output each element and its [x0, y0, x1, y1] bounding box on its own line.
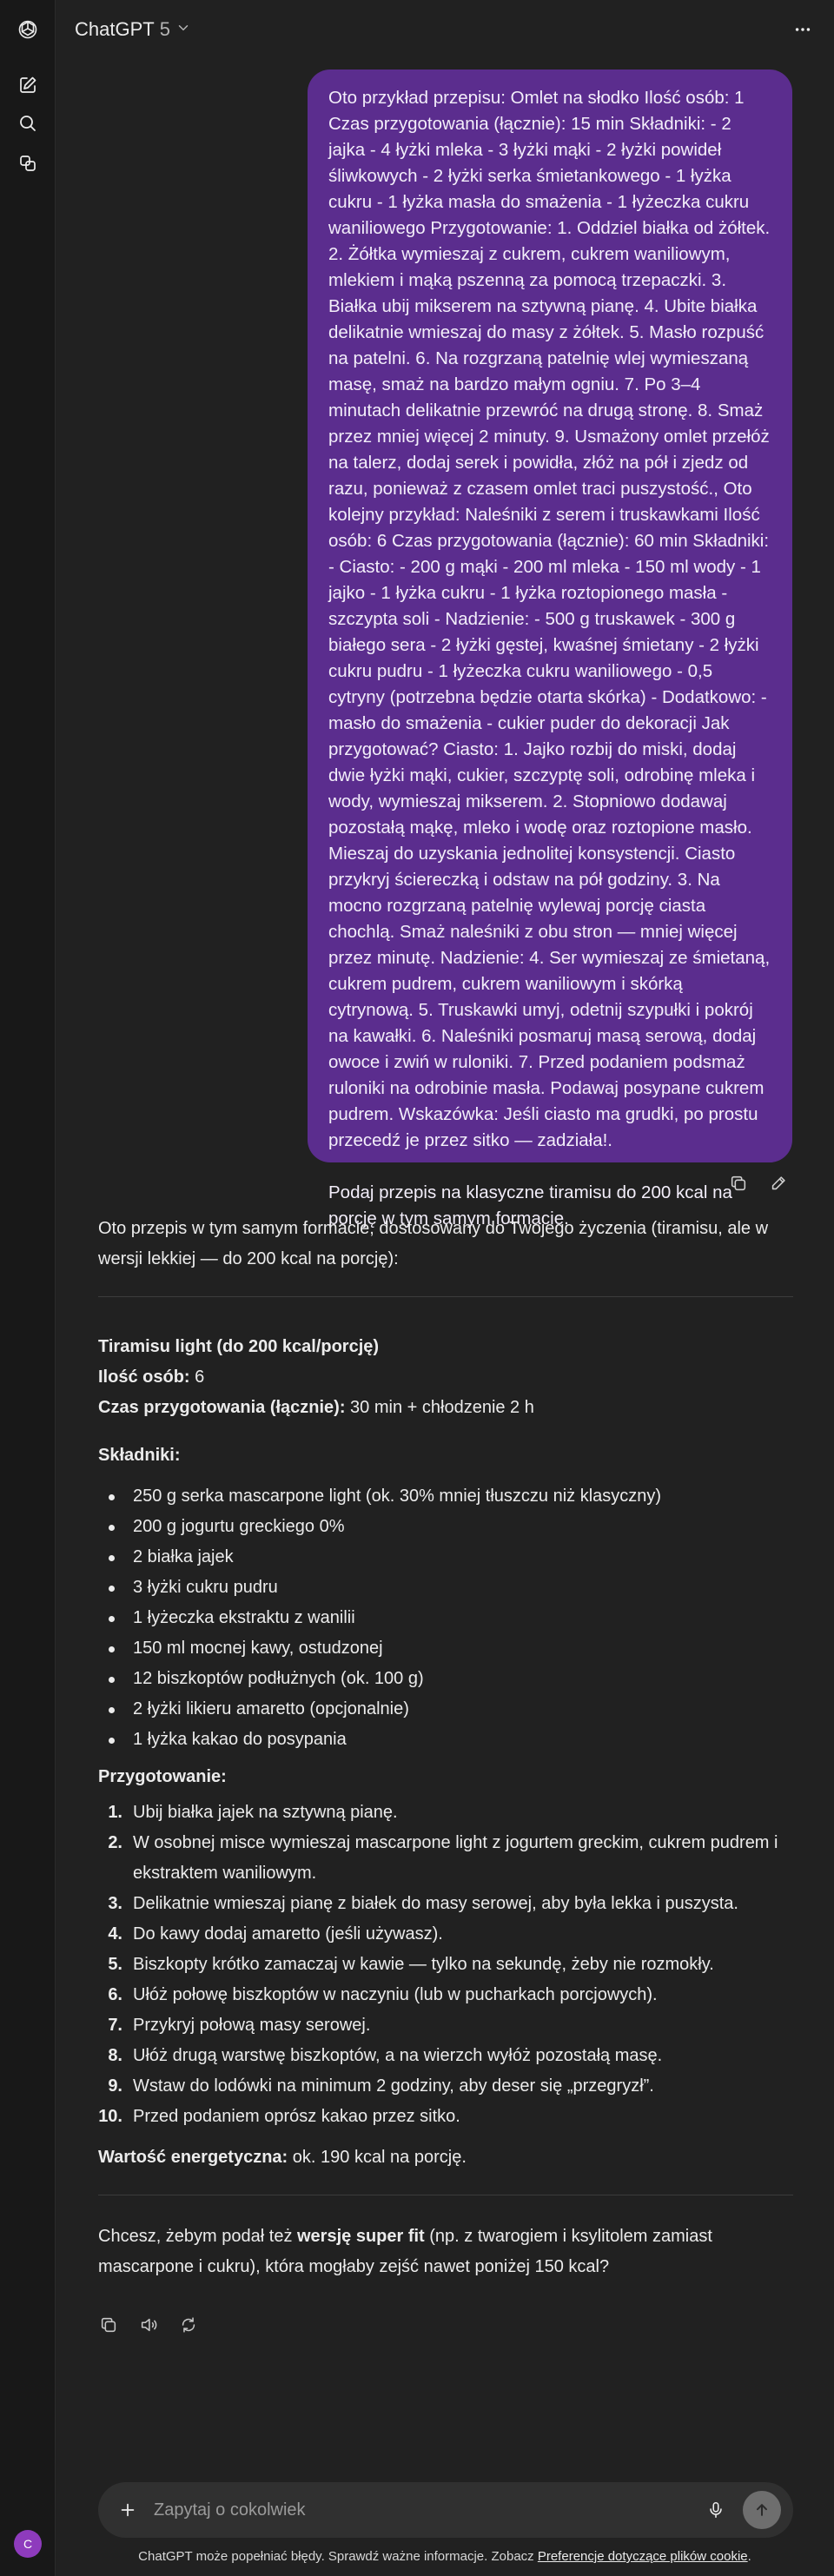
list-item: 5. Biszkopty krótko zamaczaj w kawie — ty…	[98, 1950, 793, 1980]
time-label: Czas przygotowania (łącznie):	[98, 1398, 346, 1417]
step-number: 4.	[108, 1924, 122, 1944]
step-text: Ubij białka jajek na sztywną pianę.	[133, 1803, 398, 1822]
step-number: 3.	[108, 1894, 122, 1913]
list-item: 8. Ułóż drugą warstwę biszkoptów, a na wi…	[98, 2041, 793, 2071]
followup-text: Chcesz, żebym podał też	[98, 2227, 297, 2246]
library-icon[interactable]	[16, 151, 40, 175]
message-composer	[98, 2482, 793, 2538]
calories-value: ok. 190 kcal na porcję.	[288, 2148, 467, 2167]
step-text: Do kawy dodaj amaretto (jeśli używasz).	[133, 1924, 443, 1944]
model-version: 5	[159, 18, 170, 40]
copy-icon[interactable]	[728, 1173, 749, 1194]
servings-value: 6	[189, 1367, 205, 1387]
steps-heading: Przygotowanie:	[98, 1767, 227, 1786]
divider	[98, 1296, 793, 1297]
step-text: W osobnej misce wymieszaj mascarpone lig…	[133, 1833, 778, 1883]
time-line: Czas przygotowania (łącznie): 30 min + c…	[98, 1393, 793, 1423]
new-chat-icon[interactable]	[16, 73, 40, 97]
regenerate-icon[interactable]	[178, 2314, 199, 2335]
assistant-actions	[98, 2314, 199, 2335]
cookie-preferences-link[interactable]: Preferencje dotyczące plików cookie	[538, 2549, 748, 2564]
step-text: Delikatnie wmieszaj pianę z białek do ma…	[133, 1894, 738, 1913]
user-message-bubble: Oto przykład przepisu: Omlet na słodko I…	[308, 70, 792, 1228]
list-item: 250 g serka mascarpone light (ok. 30% mn…	[98, 1481, 793, 1512]
list-item: 7. Przykryj połową masy serowej.	[98, 2010, 793, 2041]
step-number: 8.	[108, 2046, 122, 2065]
list-item: 6. Ułóż połowę biszkoptów w naczyniu (lub…	[98, 1980, 793, 2010]
list-item: 2 łyżki likieru amaretto (opcjonalnie)	[98, 1694, 793, 1725]
list-item: 3 łyżki cukru pudru	[98, 1573, 793, 1603]
step-number: 1.	[108, 1803, 122, 1822]
footer-disclaimer: ChatGPT może popełniać błędy. Sprawdź wa…	[56, 2549, 834, 2564]
read-aloud-icon[interactable]	[138, 2314, 159, 2335]
step-text: Wstaw do lodówki na minimum 2 godziny, a…	[133, 2076, 654, 2096]
disclaimer-end: .	[747, 2549, 751, 2564]
model-name: ChatGPT	[75, 18, 155, 40]
list-item: 1. Ubij białka jajek na sztywną pianę.	[98, 1798, 793, 1828]
step-number: 6.	[108, 1985, 122, 2004]
list-item: 3. Delikatnie wmieszaj pianę z białek do …	[98, 1889, 793, 1919]
disclaimer-text: ChatGPT może popełniać błędy. Sprawdź wa…	[138, 2549, 538, 2564]
ingredients-heading: Składniki:	[98, 1446, 181, 1465]
search-icon[interactable]	[16, 111, 40, 136]
list-item: 10. Przed podaniem oprósz kakao przez sit…	[98, 2102, 793, 2132]
openai-logo-icon[interactable]	[16, 17, 40, 42]
servings-label: Ilość osób:	[98, 1367, 190, 1387]
recipe-title: Tiramisu light (do 200 kcal/porcję)	[98, 1337, 380, 1356]
step-text: Przed podaniem oprósz kakao przez sitko.	[133, 2107, 460, 2126]
list-item: 150 ml mocnej kawy, ostudzonej	[98, 1633, 793, 1664]
more-options-icon[interactable]	[791, 17, 815, 42]
servings-line: Ilość osób: 6	[98, 1362, 793, 1393]
edit-icon[interactable]	[768, 1173, 789, 1194]
step-text: Biszkopty krótko zamaczaj w kawie — tylk…	[133, 1955, 714, 1974]
list-item: 200 g jogurtu greckiego 0%	[98, 1512, 793, 1542]
steps-list: 1. Ubij białka jajek na sztywną pianę. 2.…	[98, 1798, 793, 2132]
user-message-text: Oto przykład przepisu: Omlet na słodko I…	[328, 88, 771, 1228]
step-number: 5.	[108, 1955, 122, 1974]
calories-line: Wartość energetyczna: ok. 190 kcal na po…	[98, 2142, 793, 2173]
sidebar: C	[0, 0, 56, 2576]
list-item: 1 łyżka kakao do posypania	[98, 1725, 793, 1755]
assistant-intro: Oto przepis w tym samym formacie, dostos…	[98, 1219, 769, 1268]
time-value: 30 min + chłodzenie 2 h	[345, 1398, 534, 1417]
list-item: 4. Do kawy dodaj amaretto (jeśli używasz)…	[98, 1919, 793, 1950]
followup-question: Chcesz, żebym podał też wersję super fit…	[98, 2222, 793, 2282]
calories-label: Wartość energetyczna:	[98, 2148, 288, 2167]
step-text: Przykryj połową masy serowej.	[133, 2016, 371, 2035]
ingredients-list: 250 g serka mascarpone light (ok. 30% mn…	[98, 1481, 793, 1755]
list-item: 1 łyżeczka ekstraktu z wanilii	[98, 1603, 793, 1633]
list-item: 12 biszkoptów podłużnych (ok. 100 g)	[98, 1664, 793, 1694]
plus-icon[interactable]	[116, 2498, 140, 2522]
model-selector[interactable]: ChatGPT 5	[75, 16, 191, 43]
microphone-icon[interactable]	[704, 2498, 728, 2522]
avatar[interactable]: C	[14, 2530, 42, 2558]
step-number: 9.	[108, 2076, 122, 2096]
chevron-down-icon	[175, 18, 191, 41]
step-text: Ułóż drugą warstwę biszkoptów, a na wier…	[133, 2046, 663, 2065]
copy-icon[interactable]	[98, 2314, 119, 2335]
step-number: 7.	[108, 2016, 122, 2035]
list-item: 2. W osobnej misce wymieszaj mascarpone l…	[98, 1828, 793, 1889]
chat-input[interactable]	[154, 2494, 675, 2526]
top-bar: ChatGPT 5	[56, 0, 834, 59]
user-message-actions	[728, 1173, 789, 1194]
step-number: 10.	[98, 2107, 122, 2126]
step-number: 2.	[108, 1833, 122, 1852]
step-text: Ułóż połowę biszkoptów w naczyniu (lub w…	[133, 1985, 658, 2004]
assistant-message: Oto przepis w tym samym formacie, dostos…	[98, 1214, 793, 2282]
arrow-up-icon	[757, 2504, 767, 2516]
list-item: 2 białka jajek	[98, 1542, 793, 1573]
list-item: 9. Wstaw do lodówki na minimum 2 godziny,…	[98, 2071, 793, 2102]
send-button[interactable]	[743, 2491, 781, 2529]
followup-bold: wersję super fit	[297, 2227, 425, 2246]
